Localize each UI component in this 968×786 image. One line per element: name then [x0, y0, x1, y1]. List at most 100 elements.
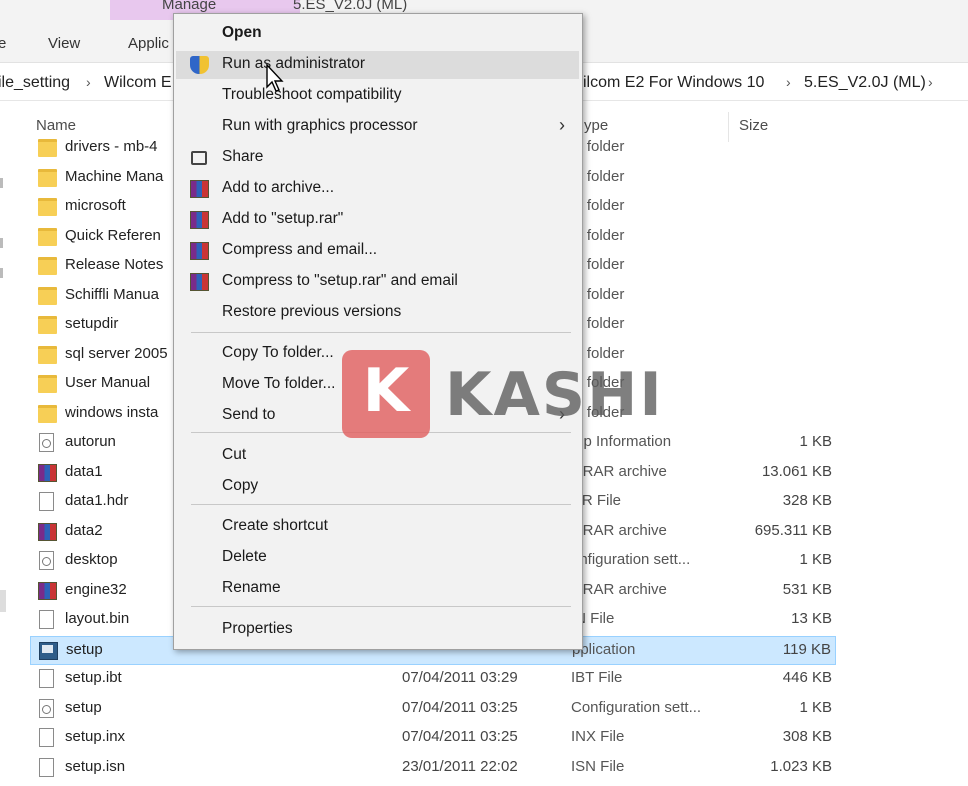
menu-item-label: Delete [222, 548, 267, 565]
breadcrumb-item-file-setting[interactable]: ile_setting [0, 74, 70, 92]
menu-separator [191, 606, 571, 607]
folder-icon [38, 345, 57, 364]
menu-item-open[interactable]: Open [176, 20, 579, 48]
menu-item-label: Run with graphics processor [222, 117, 418, 134]
menu-item-compress-and-email[interactable]: Compress and email... [176, 237, 579, 265]
menu-item-label: Open [222, 24, 262, 41]
file-name: microsoft [65, 197, 126, 214]
file-type: inRAR archive [571, 462, 667, 480]
menu-item-label: Run as administrator [222, 55, 366, 72]
file-name: autorun [65, 433, 116, 450]
file-size: 1 KB [799, 551, 832, 568]
file-row[interactable]: setup 07/04/2011 03:25 Configuration sett.… [30, 695, 836, 724]
file-size: 328 KB [782, 492, 832, 509]
file-date: 07/04/2011 03:25 [402, 728, 518, 745]
document-icon [39, 728, 54, 747]
menu-item-label: Copy To folder... [222, 344, 334, 361]
menu-item-run-with-graphics-processor[interactable]: Run with graphics processor › [176, 113, 579, 141]
file-row[interactable]: setup.inx 07/04/2011 03:25 INX File 308 KB [30, 724, 836, 753]
menu-item-troubleshoot-compatibility[interactable]: Troubleshoot compatibility [176, 82, 579, 110]
document-icon [39, 669, 54, 688]
file-name: setup.ibt [65, 669, 122, 686]
menu-item-label: Restore previous versions [222, 303, 402, 320]
file-size: 446 KB [782, 669, 832, 686]
file-size: 1 KB [799, 433, 832, 450]
file-name: windows insta [65, 403, 159, 421]
context-menu: Open Run as administrator Troubleshoot com… [173, 13, 583, 650]
file-date: 23/01/2011 22:02 [402, 757, 518, 775]
menu-item-delete[interactable]: Delete [176, 544, 579, 572]
menu-item-properties[interactable]: Properties [176, 616, 579, 644]
file-name: drivers - mb-4 [65, 138, 158, 155]
menu-item-label: Share [222, 148, 264, 165]
menu-item-run-as-administrator[interactable]: Run as administrator [176, 51, 579, 79]
file-name: Release Notes [65, 256, 164, 273]
menu-item-label: Add to "setup.rar" [222, 210, 344, 227]
tab-application-tools[interactable]: Applic [128, 35, 169, 52]
breadcrumb-separator-icon: › [928, 74, 933, 90]
config-file-icon [39, 433, 54, 452]
menu-separator [191, 332, 571, 333]
file-size: 13.061 KB [761, 462, 832, 480]
winrar-icon [190, 180, 209, 198]
file-size: 695.311 KB [754, 521, 832, 539]
folder-icon [38, 257, 57, 275]
config-file-icon [39, 551, 54, 570]
file-name: Quick Referen [65, 226, 161, 244]
config-file-icon [39, 698, 54, 718]
nav-pane-fragment [0, 590, 6, 612]
column-header-name[interactable]: Name [36, 117, 76, 134]
file-name: Machine Mana [65, 167, 164, 185]
file-name: User Manual [65, 374, 151, 391]
breadcrumb-item-current[interactable]: 5.ES_V2.0J (ML) [804, 74, 926, 92]
menu-item-label: Troubleshoot compatibility [222, 86, 402, 103]
chevron-right-icon: › [559, 115, 565, 135]
file-name: setup [65, 698, 102, 716]
winrar-icon [38, 463, 57, 482]
file-row[interactable]: setup.isn 23/01/2011 22:02 ISN File 1.023 K… [30, 754, 836, 783]
file-type: Configuration sett... [571, 698, 702, 716]
menu-item-cut[interactable]: Cut [176, 442, 579, 470]
menu-item-copy[interactable]: Copy [176, 473, 579, 501]
kashi-watermark-logo: K KASHI [342, 350, 662, 438]
file-type: inRAR archive [571, 521, 667, 539]
folder-icon [38, 316, 57, 334]
breadcrumb-item-wilcom[interactable]: Wilcom E [104, 74, 172, 92]
file-size: 13 KB [791, 610, 832, 627]
document-icon [39, 492, 54, 511]
breadcrumb-item-wilcom-e2[interactable]: ilcom E2 For Windows 10 [583, 74, 764, 92]
file-size: 1.023 KB [770, 757, 832, 775]
file-name: data1 [65, 462, 103, 480]
menu-item-label: Compress to "setup.rar" and email [222, 272, 458, 289]
file-name: layout.bin [65, 610, 130, 627]
file-name: sql server 2005 [65, 344, 168, 362]
menu-separator [191, 504, 571, 505]
file-size: 1 KB [799, 698, 832, 716]
menu-item-rename[interactable]: Rename [176, 575, 579, 603]
file-size: 531 KB [782, 580, 832, 598]
file-name: setup.isn [65, 757, 126, 775]
menu-item-compress-to-setup-rar-and-email[interactable]: Compress to "setup.rar" and email [176, 268, 579, 296]
nav-pane-fragment [0, 178, 3, 188]
column-header-type[interactable]: ype [584, 117, 608, 134]
winrar-icon [190, 273, 209, 291]
menu-item-label: Properties [222, 620, 293, 637]
menu-item-restore-previous-versions[interactable]: Restore previous versions [176, 299, 579, 327]
menu-item-share[interactable]: Share [176, 144, 579, 172]
menu-item-add-to-setup-rar[interactable]: Add to "setup.rar" [176, 206, 579, 234]
file-name: data1.hdr [65, 492, 129, 509]
menu-item-add-to-archive[interactable]: Add to archive... [176, 175, 579, 203]
tab-file[interactable]: e [0, 35, 6, 52]
file-row[interactable]: setup.ibt 07/04/2011 03:29 IBT File 446 KB [30, 665, 836, 694]
winrar-icon [190, 242, 209, 260]
tab-view[interactable]: View [48, 35, 80, 52]
menu-item-create-shortcut[interactable]: Create shortcut [176, 513, 579, 541]
folder-icon [38, 168, 57, 187]
menu-item-label: Add to archive... [222, 179, 335, 196]
file-type: ISN File [571, 757, 625, 775]
file-size: 119 KB [782, 640, 831, 658]
winrar-icon [190, 211, 209, 229]
uac-shield-icon [190, 56, 209, 74]
menu-item-label: Create shortcut [222, 517, 328, 534]
column-header-size[interactable]: Size [739, 117, 768, 134]
